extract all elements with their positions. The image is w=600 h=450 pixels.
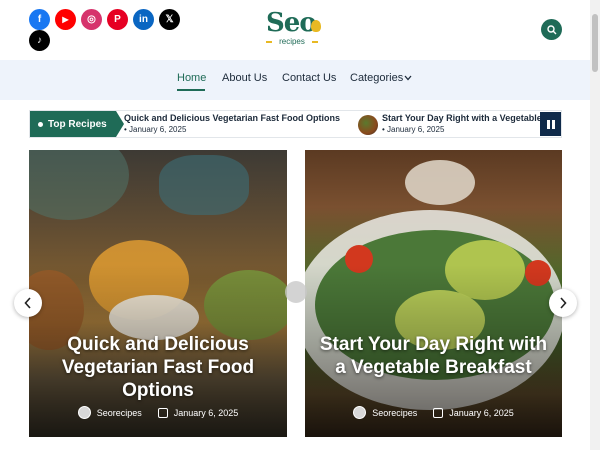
- author-avatar: [353, 406, 367, 419]
- slider-prev-button[interactable]: [14, 289, 42, 317]
- post-meta: Seorecipes January 6, 2025: [29, 406, 287, 419]
- facebook-icon[interactable]: f: [29, 9, 50, 30]
- top-recipes-ticker: Quick and Delicious Vegetarian Fast Food…: [29, 110, 562, 138]
- slider-divider-dot: [285, 281, 307, 303]
- calendar-icon: [157, 407, 168, 418]
- nav-active-indicator: [177, 89, 205, 91]
- pause-icon: [552, 119, 555, 129]
- ticker-pause-button[interactable]: [540, 112, 561, 136]
- featured-post-card[interactable]: Start Your Day Right with a Vegetable Br…: [305, 150, 562, 437]
- pinterest-icon[interactable]: P: [107, 9, 128, 30]
- main-nav: Home About Us Contact Us Categories: [0, 60, 590, 100]
- chevron-right-icon: [560, 297, 567, 309]
- post-meta: Seorecipes January 6, 2025: [305, 406, 562, 419]
- search-button[interactable]: [541, 19, 562, 40]
- lightbulb-icon: [311, 20, 321, 32]
- post-date[interactable]: January 6, 2025: [174, 408, 239, 418]
- nav-categories[interactable]: Categories: [350, 72, 403, 84]
- ticker-item[interactable]: Quick and Delicious Vegetarian Fast Food…: [122, 113, 372, 137]
- page-scrollbar[interactable]: [590, 0, 600, 450]
- ticker-item-date: • January 6, 2025: [124, 125, 187, 134]
- ticker-label: Top Recipes: [30, 111, 116, 137]
- pause-icon: [547, 119, 550, 129]
- post-author[interactable]: Seorecipes: [97, 408, 142, 418]
- youtube-icon[interactable]: ▶: [55, 9, 76, 30]
- slider-next-button[interactable]: [549, 289, 577, 317]
- card-overlay: [305, 150, 562, 437]
- ticker-item-title[interactable]: Start Your Day Right with a Vegetable Br…: [382, 113, 561, 123]
- site-header: f ▶ ◎ P in 𝕏 ♪ Seo recipes: [0, 0, 590, 60]
- calendar-icon: [433, 407, 444, 418]
- post-date[interactable]: January 6, 2025: [449, 408, 514, 418]
- logo-underline: [266, 41, 272, 43]
- nav-contact-us[interactable]: Contact Us: [282, 72, 336, 84]
- chevron-left-icon: [24, 297, 31, 309]
- page: f ▶ ◎ P in 𝕏 ♪ Seo recipes Home About Us…: [0, 0, 600, 450]
- ticker-item[interactable]: Start Your Day Right with a Vegetable Br…: [358, 113, 561, 137]
- chevron-down-icon[interactable]: [404, 75, 412, 81]
- post-author[interactable]: Seorecipes: [372, 408, 417, 418]
- instagram-icon[interactable]: ◎: [81, 9, 102, 30]
- author-avatar: [77, 406, 91, 419]
- featured-post-card[interactable]: Quick and Delicious Vegetarian Fast Food…: [29, 150, 287, 437]
- scrollbar-thumb[interactable]: [592, 14, 598, 72]
- tiktok-icon[interactable]: ♪: [29, 30, 50, 51]
- ticker-label-text: Top Recipes: [48, 118, 107, 130]
- ticker-item-date: • January 6, 2025: [382, 125, 445, 134]
- nav-about-us[interactable]: About Us: [222, 72, 267, 84]
- site-logo[interactable]: Seo recipes: [262, 8, 332, 52]
- logo-main-text: Seo: [266, 8, 317, 38]
- live-dot-icon: [38, 121, 43, 127]
- ticker-item-thumbnail[interactable]: [358, 115, 378, 135]
- linkedin-icon[interactable]: in: [133, 9, 154, 30]
- logo-sub-text: recipes: [279, 37, 305, 46]
- x-icon[interactable]: 𝕏: [159, 9, 180, 30]
- logo-underline: [312, 41, 318, 43]
- nav-home[interactable]: Home: [177, 72, 206, 84]
- ticker-label-arrow: [116, 111, 124, 137]
- search-icon: [546, 24, 556, 34]
- ticker-item-title[interactable]: Quick and Delicious Vegetarian Fast Food…: [124, 113, 340, 123]
- post-title[interactable]: Start Your Day Right with a Vegetable Br…: [315, 333, 552, 379]
- post-title[interactable]: Quick and Delicious Vegetarian Fast Food…: [39, 333, 277, 402]
